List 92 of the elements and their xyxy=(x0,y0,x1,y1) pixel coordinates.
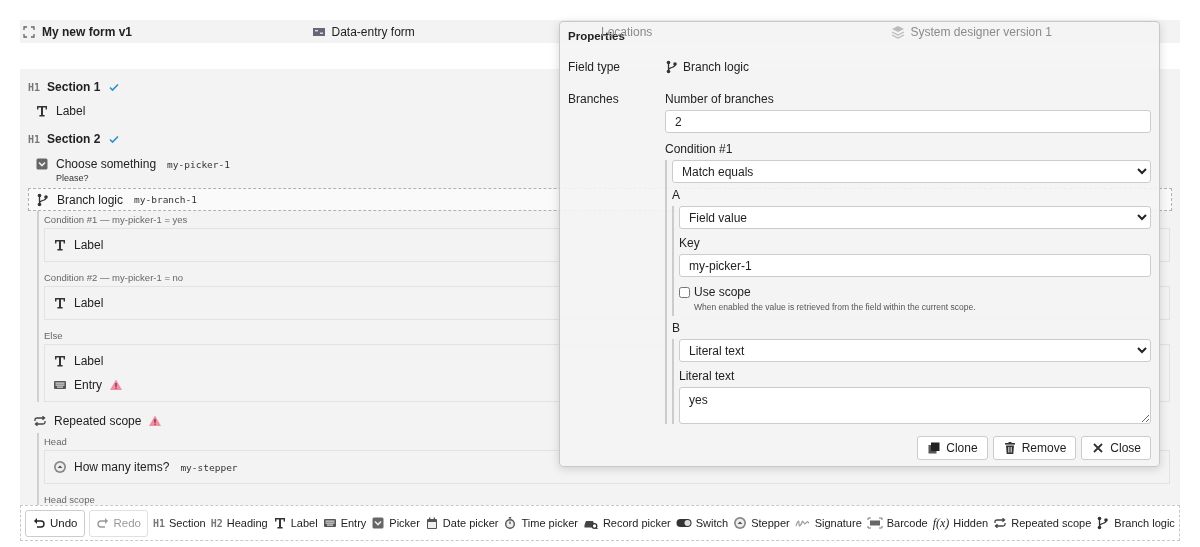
barcode-icon xyxy=(866,516,883,530)
toolbar-item[interactable]: Branch logic xyxy=(1096,516,1175,530)
help-text: When enabled the value is retrieved from the field within the current scope. xyxy=(693,302,977,312)
toolbar-item[interactable]: Signature xyxy=(794,516,862,530)
circle-arrow-icon xyxy=(53,460,67,474)
branch-icon xyxy=(1096,516,1111,530)
close-button[interactable]: Close xyxy=(1081,436,1151,460)
field-label: Label xyxy=(74,296,104,310)
form-title: My new form v1 xyxy=(42,24,133,39)
field-label: Number of branches xyxy=(665,91,775,107)
toolbar-item[interactable]: Time picker xyxy=(503,516,578,530)
trash-icon xyxy=(1002,441,1017,455)
toolbar-item[interactable]: f(x) Hidden xyxy=(932,515,989,531)
type-symbol-text: H1 xyxy=(28,81,41,93)
keyboard-icon xyxy=(322,516,337,530)
toolbar-item[interactable]: Entry xyxy=(322,516,367,530)
branch-icon xyxy=(665,60,679,74)
toolbar-item[interactable]: H1 Section xyxy=(153,517,206,529)
circle-arrow-icon xyxy=(733,516,748,530)
text-icon xyxy=(53,238,67,252)
branch-icon xyxy=(36,192,50,207)
group-title: Else xyxy=(44,329,63,343)
field-label: Repeated scope xyxy=(54,414,142,428)
type-symbol-text: H2 xyxy=(210,517,223,529)
literal-text-field[interactable]: yes xyxy=(679,387,1151,424)
group-title: Condition #2 — my-picker-1 = no xyxy=(44,271,184,285)
source-select[interactable]: Literal text xyxy=(679,339,1151,362)
toolbar-item[interactable]: Record picker xyxy=(582,516,671,530)
toolbar-item[interactable]: Label xyxy=(272,516,318,530)
close-icon xyxy=(1091,441,1106,455)
layers-icon xyxy=(890,24,905,39)
field-label: Literal text xyxy=(679,368,736,384)
field-key: my-picker-1 xyxy=(167,158,230,170)
dropdown-icon xyxy=(371,516,386,530)
calendar-icon xyxy=(424,516,439,530)
field-key: my-branch-1 xyxy=(134,194,197,205)
use-scope-checkbox[interactable] xyxy=(679,286,690,298)
repeat-icon xyxy=(33,414,47,428)
condition-label: Condition #1 xyxy=(665,141,734,157)
branch-count-field[interactable]: 2 xyxy=(665,110,1151,133)
stopwatch-icon xyxy=(503,516,518,530)
toolbar-item[interactable]: Barcode xyxy=(866,516,928,530)
undo-icon xyxy=(32,516,46,530)
text-icon xyxy=(272,516,287,530)
toggle-icon xyxy=(675,516,692,530)
section-title: Section 1 xyxy=(47,80,101,94)
warning-icon xyxy=(109,378,123,392)
toolbar-item[interactable]: H2 Heading xyxy=(210,517,268,529)
toolbar-item[interactable]: Stepper xyxy=(733,516,790,530)
repeat-icon xyxy=(993,516,1008,530)
clone-button[interactable]: Clone xyxy=(917,436,988,460)
copy-icon xyxy=(927,441,942,455)
group-title: Condition #1 — my-picker-1 = yes xyxy=(44,213,188,227)
dropdown-icon xyxy=(35,157,49,171)
keyboard-icon xyxy=(53,378,67,392)
toolbar-item[interactable]: Switch xyxy=(675,516,729,530)
toolbar-item[interactable]: Picker xyxy=(371,516,420,530)
group-title: Head xyxy=(44,435,67,449)
field-label: How many items? xyxy=(74,460,170,474)
field-label: Label xyxy=(74,238,104,252)
property-label: Branches xyxy=(568,91,620,108)
redo-icon xyxy=(95,516,110,530)
property-label: Field type xyxy=(568,59,622,75)
field-label: Choose something xyxy=(56,157,157,171)
field-label: Label xyxy=(74,354,104,368)
field-label: Branch logic xyxy=(57,192,124,207)
group-title: Head scope xyxy=(44,493,95,505)
text-icon xyxy=(35,104,49,118)
operand-label: B xyxy=(672,320,681,336)
toolbar-item[interactable]: Repeated scope xyxy=(993,516,1092,530)
type-symbol-text: H1 xyxy=(153,517,166,529)
remove-button[interactable]: Remove xyxy=(992,436,1077,460)
field-label: Label xyxy=(56,104,86,118)
header-item[interactable]: Data-entry form xyxy=(331,24,415,39)
field-key: my-stepper xyxy=(180,461,238,473)
field-label: Key xyxy=(679,235,701,251)
operand-label: A xyxy=(672,187,681,203)
operator-select[interactable]: Match equals xyxy=(672,160,1151,183)
key-field[interactable]: my-picker-1 xyxy=(679,254,1151,277)
section-title: Section 2 xyxy=(47,132,101,146)
checkbox-label: Use scope xyxy=(694,285,751,299)
expand-icon xyxy=(22,24,36,39)
field-label: Entry xyxy=(74,378,102,392)
warning-icon xyxy=(148,414,163,428)
type-symbol-text: f(x) xyxy=(932,515,950,531)
toolbar-item[interactable]: Date picker xyxy=(424,516,499,530)
property-value: Branch logic xyxy=(683,59,750,75)
type-symbol-text: H1 xyxy=(28,133,41,145)
undo-button[interactable]: Undo xyxy=(25,509,85,537)
source-select[interactable]: Field value xyxy=(679,206,1151,229)
text-icon xyxy=(53,354,67,368)
text-icon xyxy=(53,296,67,310)
